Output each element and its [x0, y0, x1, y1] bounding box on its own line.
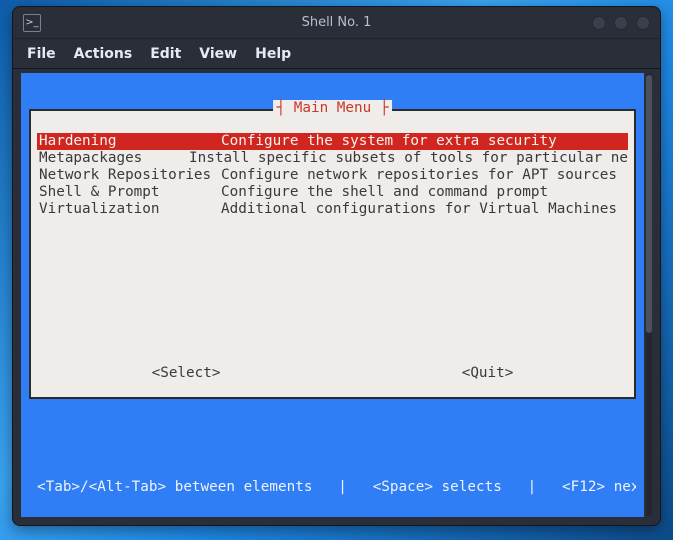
- menu-item-name: Network Repositories: [37, 167, 221, 184]
- app-terminal-icon: >_: [23, 14, 41, 32]
- menu-item-desc: Configure network repositories for APT s…: [221, 167, 628, 184]
- menu-help[interactable]: Help: [255, 46, 291, 62]
- menu-item-metapackages[interactable]: Metapackages Install specific subsets of…: [37, 150, 628, 167]
- hint-text: <Tab>/<Alt-Tab> between elements | <Spac…: [37, 479, 636, 495]
- menu-file[interactable]: File: [27, 46, 56, 62]
- dialog-buttons: <Select> <Quit>: [31, 365, 634, 381]
- menu-item-name: Shell & Prompt: [37, 184, 221, 201]
- menu-item-network-repositories[interactable]: Network Repositories Configure network r…: [37, 167, 628, 184]
- menubar: File Actions Edit View Help: [13, 39, 660, 69]
- titlebar: >_ Shell No. 1: [13, 7, 660, 39]
- dialog-title: ┤ Main Menu ├: [273, 100, 393, 116]
- tui-back-gap: [21, 399, 644, 419]
- menu-item-shell-prompt[interactable]: Shell & Prompt Configure the shell and c…: [37, 184, 628, 201]
- menu-item-hardening[interactable]: Hardening Configure the system for extra…: [37, 133, 628, 150]
- terminal-viewport: ┤ Main Menu ├ Hardening Configure the sy…: [13, 69, 660, 525]
- menu-item-name: Metapackages: [37, 150, 189, 167]
- select-button[interactable]: <Select>: [152, 365, 221, 381]
- menu-item-name: Hardening: [37, 133, 221, 150]
- menu-actions[interactable]: Actions: [74, 46, 133, 62]
- menu-item-name: Virtualization: [37, 201, 221, 218]
- hint-bar: <Tab>/<Alt-Tab> between elements | <Spac…: [29, 419, 636, 501]
- menu-edit[interactable]: Edit: [150, 46, 181, 62]
- menu-view[interactable]: View: [199, 46, 237, 62]
- menu-item-virtualization[interactable]: Virtualization Additional configurations…: [37, 201, 628, 218]
- quit-button[interactable]: <Quit>: [462, 365, 514, 381]
- menu-item-desc: Additional configurations for Virtual Ma…: [221, 201, 628, 218]
- scrollbar-thumb[interactable]: [646, 75, 652, 333]
- terminal-scrollbar[interactable]: [646, 73, 652, 517]
- menu-list: Hardening Configure the system for extra…: [37, 133, 628, 218]
- menu-item-desc: Configure the system for extra security: [221, 133, 628, 150]
- minimize-button[interactable]: [592, 16, 606, 30]
- window-title: Shell No. 1: [13, 15, 660, 30]
- terminal-window: >_ Shell No. 1 File Actions Edit View He…: [12, 6, 661, 526]
- main-menu-dialog: ┤ Main Menu ├ Hardening Configure the sy…: [29, 109, 636, 399]
- window-controls: [592, 16, 650, 30]
- menu-item-desc: Install specific subsets of tools for pa…: [189, 150, 628, 167]
- menu-item-desc: Configure the shell and command prompt: [221, 184, 628, 201]
- close-button[interactable]: [636, 16, 650, 30]
- maximize-button[interactable]: [614, 16, 628, 30]
- terminal[interactable]: ┤ Main Menu ├ Hardening Configure the sy…: [21, 73, 644, 517]
